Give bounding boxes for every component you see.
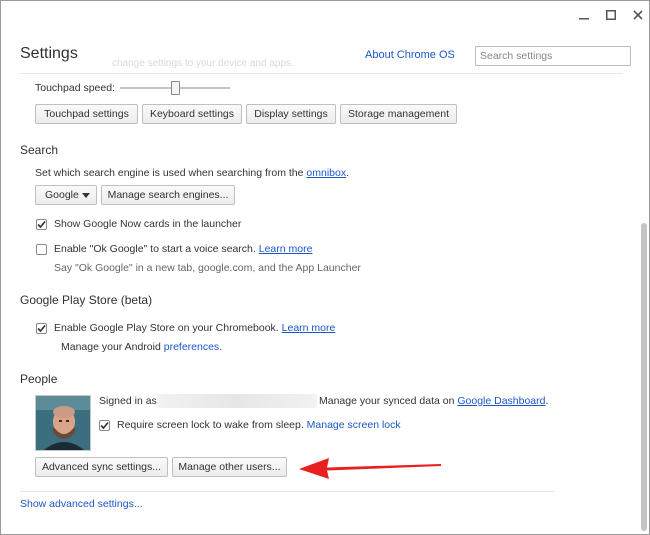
screen-lock-checkbox[interactable] xyxy=(99,420,110,431)
search-description-end: . xyxy=(346,167,350,179)
play-store-checkbox[interactable] xyxy=(36,323,47,334)
play-store-label-text: Enable Google Play Store on your Chromeb… xyxy=(54,322,279,334)
omnibox-link[interactable]: omnibox xyxy=(306,167,346,179)
maximize-button[interactable] xyxy=(600,5,622,25)
screen-lock-label: Require screen lock to wake from sleep. … xyxy=(117,419,401,431)
red-arrow-annotation xyxy=(299,458,441,479)
ok-google-learn-more-link[interactable]: Learn more xyxy=(259,243,313,255)
touchpad-speed-label: Touchpad speed: xyxy=(35,82,115,94)
synced-data-text: Manage your synced data on Google Dashbo… xyxy=(319,395,548,407)
dropdown-arrow-icon xyxy=(82,193,90,198)
ok-google-label-text: Enable "Ok Google" to start a voice sear… xyxy=(54,243,256,255)
minimize-button[interactable] xyxy=(573,5,595,25)
avatar-photo xyxy=(36,396,90,450)
synced-data-end: . xyxy=(545,395,549,407)
ok-google-label: Enable "Ok Google" to start a voice sear… xyxy=(54,243,312,255)
search-engine-select[interactable]: Google xyxy=(35,185,97,205)
page-title: Settings xyxy=(20,45,78,62)
section-divider xyxy=(20,491,555,492)
android-preferences-pre: Manage your Android xyxy=(61,341,164,353)
checkmark-icon xyxy=(100,421,109,430)
maximize-icon xyxy=(606,10,616,20)
advanced-sync-settings-button[interactable]: Advanced sync settings... xyxy=(35,457,168,477)
checkmark-icon xyxy=(37,324,46,333)
people-section-title: People xyxy=(20,372,58,386)
keyboard-settings-button[interactable]: Keyboard settings xyxy=(142,104,242,124)
settings-window: Settings change settings to your device … xyxy=(0,0,650,535)
show-advanced-settings-link[interactable]: Show advanced settings... xyxy=(20,498,143,510)
touchpad-settings-button[interactable]: Touchpad settings xyxy=(35,104,138,124)
redacted-email xyxy=(157,394,317,408)
synced-data-pre: Manage your synced data on xyxy=(319,395,458,407)
close-icon xyxy=(633,10,643,20)
search-description-text: Set which search engine is used when sea… xyxy=(35,167,307,179)
android-preferences-link[interactable]: preferences xyxy=(164,341,219,353)
search-section-title: Search xyxy=(20,143,59,157)
manage-screen-lock-link[interactable]: Manage screen lock xyxy=(307,419,401,431)
screen-lock-label-text: Require screen lock to wake from sleep. xyxy=(117,419,304,431)
manage-search-engines-button[interactable]: Manage search engines... xyxy=(101,185,235,205)
minimize-icon xyxy=(579,18,589,20)
search-description: Set which search engine is used when sea… xyxy=(35,167,349,179)
display-settings-button[interactable]: Display settings xyxy=(246,104,336,124)
play-store-learn-more-link[interactable]: Learn more xyxy=(282,322,336,334)
touchpad-speed-slider-thumb[interactable] xyxy=(171,81,180,95)
ok-google-hint: Say "Ok Google" in a new tab, google.com… xyxy=(54,262,361,274)
scrollbar-thumb[interactable] xyxy=(641,223,647,531)
checkmark-icon xyxy=(37,220,46,229)
play-store-section-title: Google Play Store (beta) xyxy=(20,293,153,307)
android-preferences-end: . xyxy=(219,341,223,353)
google-dashboard-link[interactable]: Google Dashboard xyxy=(457,395,545,407)
android-preferences-text: Manage your Android preferences. xyxy=(61,341,222,353)
now-cards-checkbox[interactable] xyxy=(36,219,47,230)
signed-in-label: Signed in as xyxy=(99,395,157,407)
search-engine-value: Google xyxy=(45,189,79,201)
user-avatar xyxy=(35,395,91,451)
settings-header: Settings change settings to your device … xyxy=(20,45,631,74)
ghost-subtitle: change settings to your device and apps. xyxy=(112,58,294,69)
title-bar xyxy=(1,1,649,29)
storage-management-button[interactable]: Storage management xyxy=(340,104,457,124)
ok-google-checkbox[interactable] xyxy=(36,244,47,255)
about-chrome-os-link[interactable]: About Chrome OS xyxy=(365,49,455,61)
close-button[interactable] xyxy=(627,5,649,25)
search-settings-input[interactable] xyxy=(475,46,631,66)
now-cards-label: Show Google Now cards in the launcher xyxy=(54,218,242,230)
play-store-label: Enable Google Play Store on your Chromeb… xyxy=(54,322,335,334)
manage-other-users-button[interactable]: Manage other users... xyxy=(172,457,287,477)
